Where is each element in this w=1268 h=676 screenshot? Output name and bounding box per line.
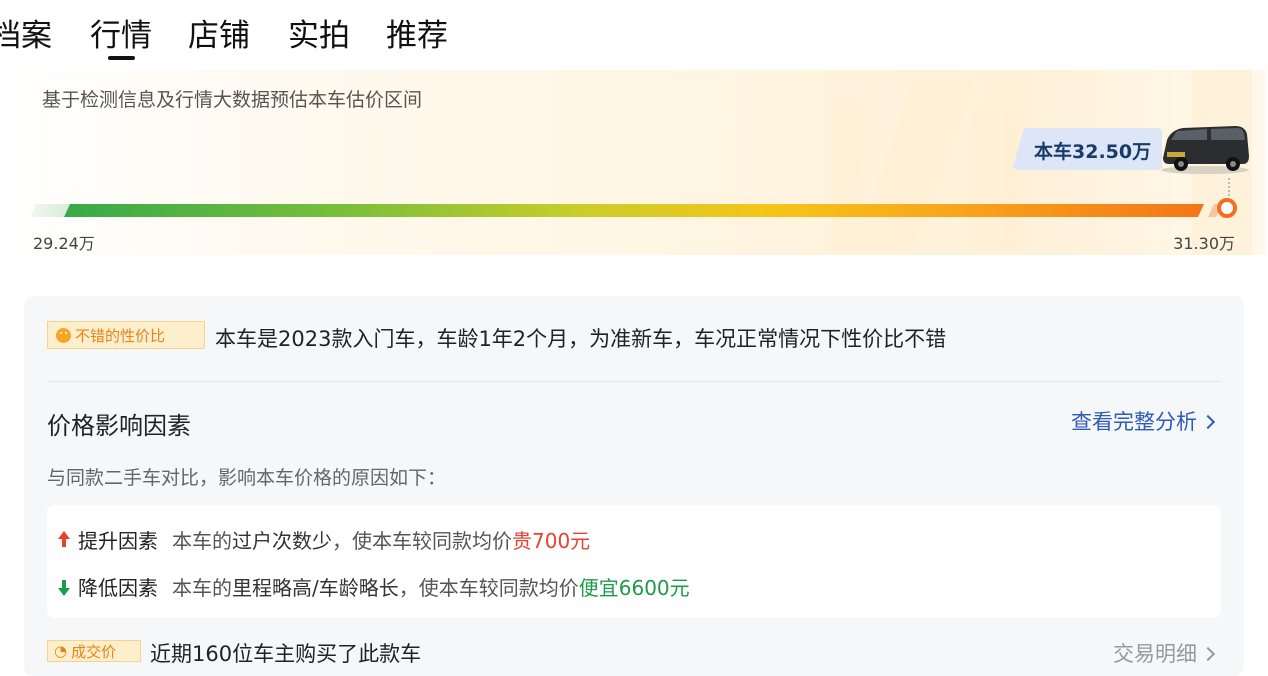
range-bar-start [30,204,70,217]
factor-up-row: 提升因素 本车的过户次数少，使本车较同款均价贵700元 [58,525,590,554]
decoration [972,110,1022,255]
factor-list [47,505,1221,618]
tab-bar: 档案 行情 店铺 实拍 推荐 [0,0,1268,70]
range-bar-gradient [64,204,1204,217]
chevron-right-icon [1200,646,1216,662]
factor-up-key: 过户次数少 [232,529,332,553]
factor-down-value: 便宜6600元 [578,576,690,600]
factors-description: 与同款二手车对比，影响本车价格的原因如下： [47,467,447,489]
transaction-details-label: 交易明细 [1113,642,1197,666]
arrow-down-icon [58,578,70,596]
this-car-marker-icon [1217,198,1237,218]
tab-photos[interactable]: 实拍 [288,14,350,58]
decoration [849,80,975,255]
range-high-label: 31.30万 [1173,234,1235,253]
range-low-label: 29.24万 [33,234,95,253]
smile-icon [56,327,71,343]
value-badge: 不错的性价比 [47,321,205,349]
deal-badge-label: 成交价 [71,642,117,661]
factor-down-label: 降低因素 [78,576,158,600]
divider [47,381,1221,382]
chevron-right-icon [1200,414,1216,430]
car-thumbnail-icon [1161,126,1249,174]
deal-description: 近期160位车主购买了此款车 [150,642,422,666]
deal-badge: ◔ 成交价 [47,640,141,662]
value-description: 本车是2023款入门车，车龄1年2个月，为准新车，车况正常情况下性价比不错 [215,327,947,351]
price-range-bar [30,202,1222,218]
factor-up-text: 本车的过户次数少，使本车较同款均价贵700元 [172,525,590,554]
factor-down-key: 里程略高/车龄略长 [232,576,399,600]
factor-up-label: 提升因素 [78,529,158,553]
factor-down-row: 降低因素 本车的里程略高/车龄略长，使本车较同款均价便宜6600元 [58,572,690,601]
view-full-analysis-label: 查看完整分析 [1071,410,1197,434]
factor-up-mid: ，使本车较同款均价 [332,529,512,553]
active-tab-indicator [108,56,135,60]
factor-down-mid: ，使本车较同款均价 [398,576,579,600]
factor-down-text: 本车的里程略高/车龄略长，使本车较同款均价便宜6600元 [172,572,690,601]
factors-title: 价格影响因素 [47,412,191,440]
factor-down-prefix: 本车的 [172,576,232,600]
view-full-analysis-link[interactable]: 查看完整分析 [1071,406,1216,436]
marker-guide [1228,178,1230,196]
tab-store[interactable]: 店铺 [188,14,250,58]
arrow-up-icon [58,530,70,549]
decoration [832,100,862,255]
tab-market[interactable]: 行情 [90,14,152,58]
tab-recommend[interactable]: 推荐 [386,14,448,58]
tab-archive[interactable]: 档案 [0,14,52,58]
deal-badge-icon: ◔ [54,642,68,660]
estimate-subtitle: 基于检测信息及行情大数据预估本车估价区间 [42,89,423,111]
transaction-details-link[interactable]: 交易明细 [1113,638,1216,668]
factor-up-prefix: 本车的 [172,529,232,553]
factor-up-value: 贵700元 [512,529,591,553]
this-car-price: 本车32.50万 [1034,141,1152,163]
value-badge-label: 不错的性价比 [75,326,166,345]
